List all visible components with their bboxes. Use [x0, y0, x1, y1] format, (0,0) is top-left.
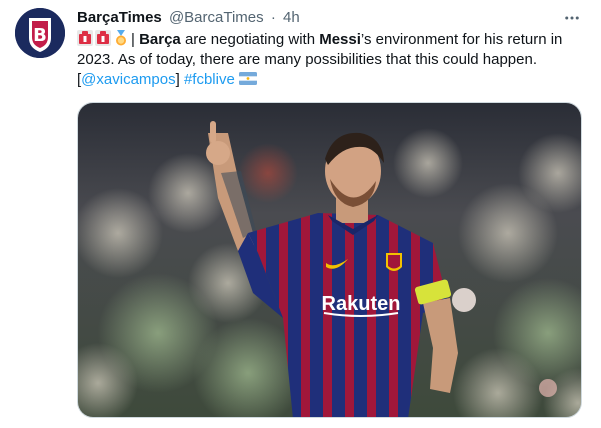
tweet-card[interactable]: B BarçaTimes @BarcaTimes · 4h | Barça ar…	[0, 0, 601, 428]
text-barca-bold: Barça	[139, 31, 181, 48]
messi-photo-image: Rakuten	[78, 103, 581, 417]
separator-dot: ·	[270, 9, 276, 26]
tweet-text: | Barça are negotiating with Messi’s env…	[77, 30, 582, 90]
more-horizontal-icon	[565, 16, 579, 20]
user-handle[interactable]: @BarcaTimes	[169, 9, 264, 26]
medal-emoji-icon	[116, 30, 126, 46]
alarm-emoji-icon	[77, 30, 93, 46]
tweet-header: BarçaTimes @BarcaTimes · 4h	[77, 8, 300, 28]
shirt-sponsor-text: Rakuten	[322, 293, 401, 315]
text-messi-bold: Messi	[319, 31, 361, 48]
timestamp[interactable]: 4h	[283, 9, 300, 26]
text-segment: ]	[175, 71, 184, 88]
argentina-flag-icon	[238, 72, 257, 85]
mention-link[interactable]: @xavicampos	[81, 71, 175, 88]
text-segment: |	[131, 31, 140, 48]
tweet-photo[interactable]: Rakuten	[77, 102, 582, 418]
more-options-button[interactable]	[558, 7, 586, 29]
alarm-emoji-icon	[95, 30, 111, 46]
svg-text:B: B	[33, 25, 47, 46]
avatar[interactable]: B	[15, 8, 65, 58]
barcatimes-logo-icon: B	[15, 8, 65, 58]
text-segment: are negotiating with	[180, 31, 320, 48]
display-name[interactable]: BarçaTimes	[77, 9, 162, 26]
hashtag-link[interactable]: #fcblive	[184, 71, 235, 88]
